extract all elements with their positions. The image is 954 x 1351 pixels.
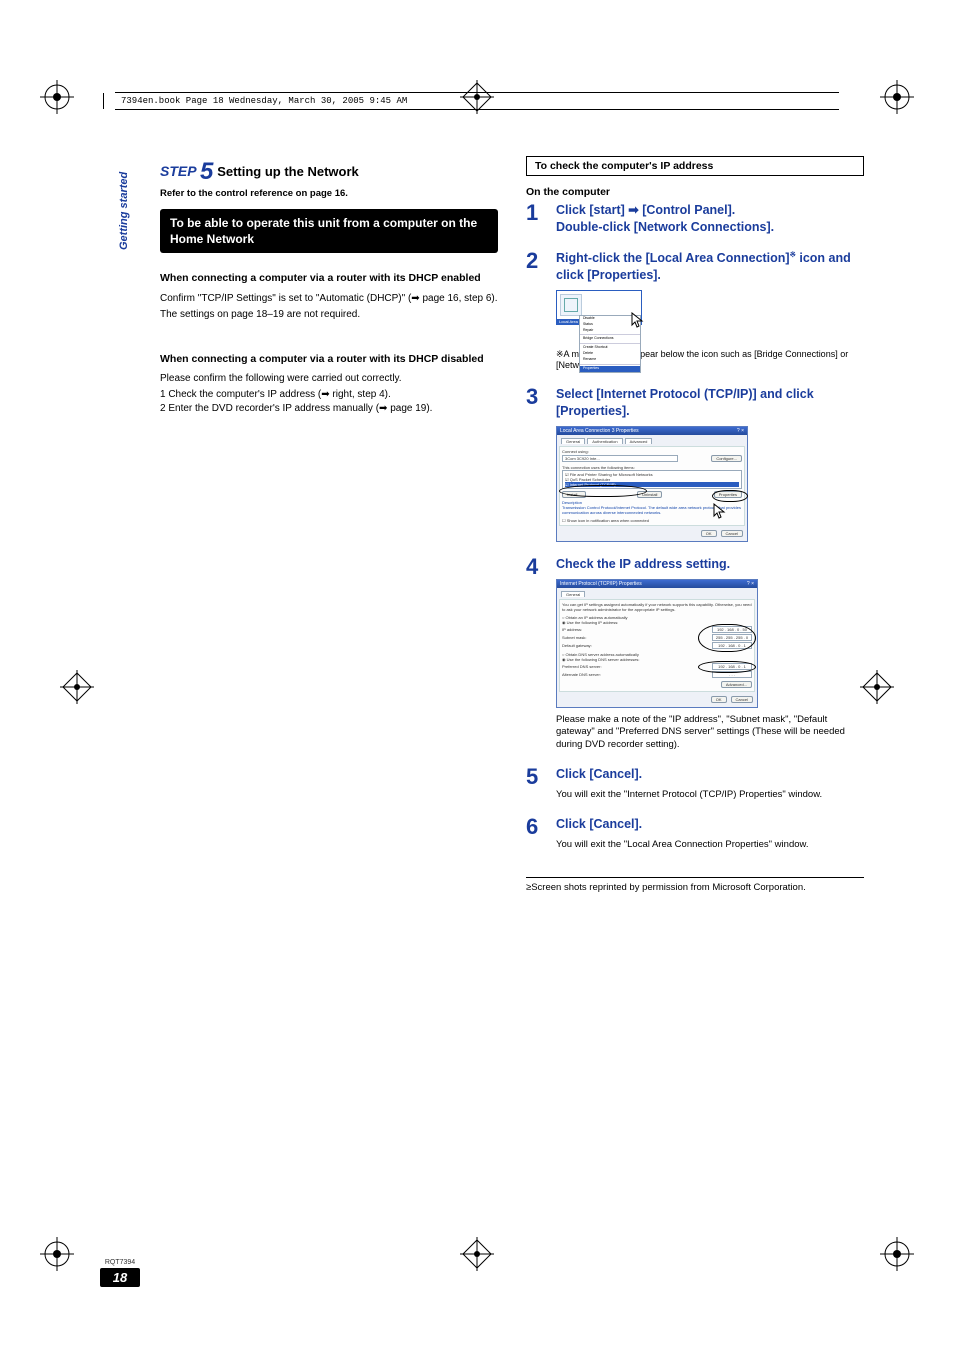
menu-separator [580,334,640,335]
framemaker-header: 7394en.book Page 18 Wednesday, March 30,… [115,92,839,110]
step-note: You will exit the "Internet Protocol (TC… [556,789,864,802]
cancel-button: Cancel [731,696,753,703]
menu-item: Rename [580,357,640,363]
left-column: STEP 5 Setting up the Network Refer to t… [160,150,498,1251]
win-title: Internet Protocol (TCP/IP) Properties [560,581,642,587]
description: You can get IP settings assigned automat… [562,602,752,612]
crop-mark-icon [880,80,914,114]
menu-separator [580,364,640,365]
label: Preferred DNS server: [562,664,602,669]
label: Alternate DNS server: [562,672,601,677]
list-item: 2 Enter the DVD recorder's IP address ma… [160,402,498,416]
subheading: When connecting a computer via a router … [160,352,498,366]
label: Connect using: [562,449,742,454]
button: Configure... [711,455,742,462]
refer-note: Refer to the control reference on page 1… [160,188,498,199]
context-label: On the computer [526,186,864,198]
step-index: 4 [526,556,546,752]
menu-item: Repair [580,328,640,334]
tab: General [561,438,585,444]
step-index: 2 [526,250,546,372]
step-index: 3 [526,386,546,542]
crop-mark-icon [860,670,894,704]
radio-label: Use the following IP address: [567,620,619,625]
body-text: Confirm "TCP/IP Settings" is set to "Aut… [160,292,498,306]
crop-mark-icon [880,1237,914,1271]
button: Advanced... [721,681,752,688]
step-text: Click [Cancel]. [556,766,864,783]
label: Default gateway: [562,643,592,648]
button: Properties [714,491,742,498]
step-heading: STEP 5 Setting up the Network [160,158,498,186]
step-note: Please make a note of the "IP address", … [556,714,864,752]
field: 3Com 3C920 Inte... [562,455,678,462]
page-number: 18 [100,1268,140,1287]
crop-mark-icon [40,80,74,114]
step-text: Double-click [Network Connections]. [556,219,864,236]
label: IP address: [562,627,582,632]
ok-button: OK [701,530,717,537]
callout-circle [698,661,756,673]
section-tab-label: Getting started [118,172,130,250]
network-connection-icon [560,294,582,316]
callout-heading: To be able to operate this unit from a c… [160,209,498,253]
boxed-heading: To check the computer's IP address [526,156,864,176]
checkbox-label: Show icon in notification area when conn… [567,518,649,523]
step-label: STEP [160,163,196,179]
radio-label: Use the following DNS server addresses: [567,657,640,662]
step-index: 1 [526,202,546,236]
step-text: Check the IP address setting. [556,556,864,573]
right-column: To check the computer's IP address On th… [526,150,864,1251]
cancel-button: Cancel [721,530,743,537]
divider [526,877,864,878]
page-number-block: RQT7394 18 [100,1259,140,1287]
step-note: You will exit the "Local Area Connection… [556,839,864,852]
tab: General [561,591,585,597]
cursor-icon [713,503,727,519]
screenshot-context-menu: Local Area Connection Disable Status Rep… [556,290,642,325]
doc-id: RQT7394 [100,1259,140,1266]
close-icon: ? × [747,581,754,587]
tab: Advanced [625,438,653,444]
step-index: 5 [526,766,546,802]
step-index: 6 [526,816,546,852]
step-text: Click [start] ➡ [Control Panel]. [556,202,864,219]
win-title: Local Area Connection 3 Properties [560,428,639,434]
list-item: 1 Check the computer's IP address (➡ rig… [160,388,498,402]
menu-separator [580,343,640,344]
cursor-icon [631,312,645,328]
ok-button: OK [711,696,727,703]
step-text: Right-click the [Local Area Connection]※… [556,250,864,284]
callout-circle [559,485,647,497]
menu-item: Bridge Connections [580,336,640,342]
callout-circle [698,624,756,652]
menu-item-selected: Properties [580,366,640,372]
label: Subnet mask: [562,635,586,640]
callout-circle [712,490,748,502]
step-text: Click [Cancel]. [556,816,864,833]
body-text: Please confirm the following were carrie… [160,372,498,386]
body-text: The settings on page 18–19 are not requi… [160,308,498,322]
subheading: When connecting a computer via a router … [160,271,498,285]
screenshot-lacp: Local Area Connection 3 Properties ? × Ge… [556,426,748,542]
close-icon: ? × [737,428,744,434]
step-number: 5 [200,158,213,185]
tab: Authentication [587,438,622,444]
step-text: Select [Internet Protocol (TCP/IP)] and … [556,386,864,420]
crop-mark-icon [40,1237,74,1271]
screenshot-tcpip: Internet Protocol (TCP/IP) Properties ? ×… [556,579,758,708]
step-title-text: Setting up the Network [217,164,359,179]
crop-mark-icon [60,670,94,704]
footnote: ≥Screen shots reprinted by permission fr… [526,882,864,893]
